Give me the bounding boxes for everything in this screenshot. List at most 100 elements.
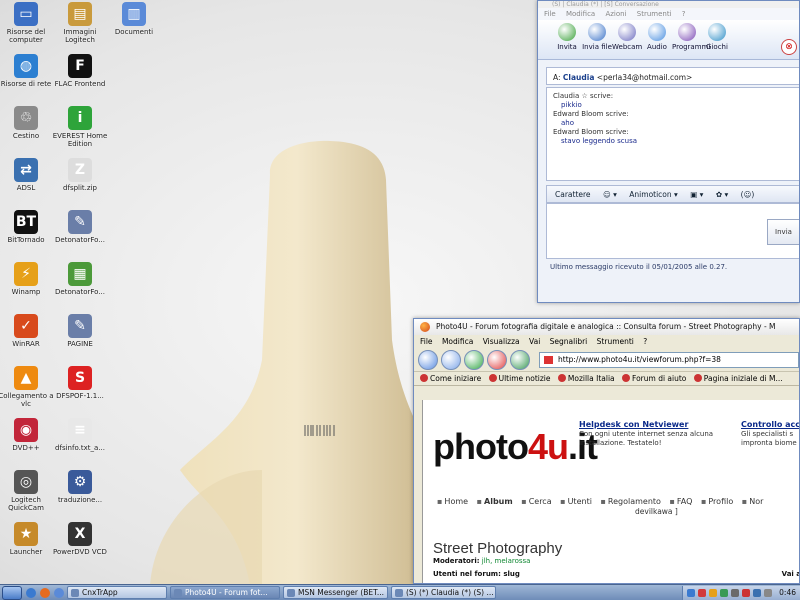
tray-app-icon[interactable] [709, 588, 718, 597]
ff-menu-vai[interactable]: Vai [529, 337, 540, 346]
desktop-icon[interactable]: ▥ Documenti [102, 2, 166, 36]
photo4u-logo[interactable]: photo4u.it [433, 426, 598, 468]
address-bar[interactable]: http://www.photo4u.it/viewforum.php?f=38 [539, 351, 799, 368]
animoticon-button[interactable]: Animoticon ▾ [629, 190, 678, 199]
forward-icon[interactable] [441, 349, 461, 370]
stop-icon[interactable] [487, 349, 507, 370]
conversation-history[interactable]: Claudia ☆ scrive: pikkio Edward Bloom scri… [546, 87, 799, 181]
tray-app-icon[interactable] [687, 588, 696, 597]
audio-button[interactable]: Audio [642, 20, 672, 59]
desktop-icon-label: FLAC Frontend [54, 80, 106, 88]
nav-more[interactable]: Nor [742, 497, 764, 506]
task-conversation[interactable]: (S) (*) Claudia (*) (S) ... [391, 586, 496, 599]
tray-app-icon[interactable] [720, 588, 729, 597]
desktop-icon[interactable]: ▦ DetonatorFo... [48, 262, 112, 296]
forum-nav: Home Album Cerca Utenti Regolamento FAQ … [437, 497, 769, 516]
promo-netviewer: Helpdesk con Netviewer Con ogni utente i… [579, 420, 729, 448]
reload-icon[interactable] [464, 349, 484, 370]
desktop-icon[interactable]: X PowerDVD VCD [48, 522, 112, 556]
desktop-icon[interactable]: F FLAC Frontend [48, 54, 112, 88]
ff-menu-segnalibri[interactable]: Segnalibri [550, 337, 588, 346]
firefox-window[interactable]: Photo4U - Forum fotografia digitale e an… [413, 318, 800, 584]
bookmark-item[interactable]: Ultime notizie [488, 374, 551, 383]
ff-menu-help[interactable]: ? [643, 337, 647, 346]
forum-title[interactable]: Street Photography [433, 540, 562, 557]
msn-title-bar[interactable]: (S) | Claudia (*) | [S] Conversazione [538, 1, 799, 8]
taskbar: CnxTrApp Photo4U - Forum fot... MSN Mess… [0, 584, 800, 600]
nav-album[interactable]: Album [477, 497, 513, 506]
tray-app-icon[interactable] [731, 588, 740, 597]
quicklaunch-ie-icon[interactable] [26, 587, 36, 598]
clock[interactable]: 0:46 [779, 588, 796, 597]
bookmark-label: Mozilla Italia [567, 374, 615, 383]
desktop-icon[interactable]: i EVEREST Home Edition [48, 106, 112, 148]
block-contact-icon[interactable]: ⊗ [781, 39, 797, 55]
quicklaunch-desktop-icon[interactable] [54, 587, 64, 598]
message-input[interactable] [546, 203, 799, 259]
programs-button[interactable]: Programmi [672, 20, 710, 59]
desktop-icon[interactable]: Zdfsplit.zip [48, 158, 112, 192]
desktop-icon[interactable]: ✎ DetonatorFo... [48, 210, 112, 244]
tray-app-icon[interactable] [753, 588, 762, 597]
nav-faq[interactable]: FAQ [669, 497, 692, 506]
msn-conversation-window[interactable]: (S) | Claudia (*) | [S] Conversazione Fi… [537, 0, 800, 303]
bookmark-item[interactable]: Pagina iniziale di M... [693, 374, 783, 383]
invite-button[interactable]: Invita [552, 20, 582, 59]
desktop-icon[interactable]: ≡ dfsinfo.txt_a... [48, 418, 112, 452]
back-icon[interactable] [418, 349, 438, 370]
moderators-list[interactable]: jlh, melarossa [482, 557, 531, 565]
bookmark-item[interactable]: Come iniziare [420, 374, 481, 383]
msn-menu-modifica[interactable]: Modifica [566, 10, 595, 18]
nav-utenti[interactable]: Utenti [560, 497, 592, 506]
games-button[interactable]: Giochi [702, 20, 732, 59]
send-button[interactable]: Invia [767, 219, 799, 245]
script-file-icon: ✎ [68, 210, 92, 234]
nav-home[interactable]: Home [437, 497, 468, 506]
font-button[interactable]: Carattere [555, 190, 591, 199]
nav-regolamento[interactable]: Regolamento [600, 497, 660, 506]
msn-menu-help[interactable]: ? [682, 10, 686, 18]
ff-menu-file[interactable]: File [420, 337, 433, 346]
firefox-menu-bar: File Modifica Visualizza Vai Segnalibri … [414, 335, 799, 348]
nav-profilo[interactable]: Profilo [701, 497, 733, 506]
msn-menu-strumenti[interactable]: Strumenti [637, 10, 672, 18]
promo-netviewer-link[interactable]: Helpdesk con Netviewer [579, 420, 729, 429]
dvd-disc-icon: ◉ [14, 418, 38, 442]
webcam-label: Webcam [612, 43, 643, 51]
contact-name[interactable]: Claudia [563, 73, 594, 82]
firefox-title-bar[interactable]: Photo4U - Forum fotografia digitale e an… [414, 319, 799, 335]
desktop-icon[interactable]: ⚙ traduzione... [48, 470, 112, 504]
webcam-button[interactable]: Webcam [612, 20, 642, 59]
web-page-content[interactable]: photo4u.it Helpdesk con Netviewer Con og… [422, 400, 799, 583]
task-cnxtrapp[interactable]: CnxTrApp [67, 586, 167, 599]
ff-menu-modifica[interactable]: Modifica [442, 337, 473, 346]
archive-icon: ▦ [68, 262, 92, 286]
task-firefox[interactable]: Photo4U - Forum fot... [170, 586, 280, 599]
moderators: Moderatori: jlh, melarossa [433, 557, 530, 565]
bookmark-item[interactable]: Forum di aiuto [622, 374, 686, 383]
send-file-button[interactable]: Invia file [582, 20, 612, 59]
desktop-icon-label: DetonatorFo... [55, 288, 105, 296]
desktop-icon[interactable]: S DFSPOF-1.1... [48, 366, 112, 400]
desktop-icon[interactable]: ✎ PAGINE [48, 314, 112, 348]
home-icon[interactable] [510, 349, 530, 370]
bookmark-item[interactable]: Mozilla Italia [557, 374, 615, 383]
ff-menu-strumenti[interactable]: Strumenti [597, 337, 634, 346]
msn-menu-file[interactable]: File [544, 10, 556, 18]
promo-controllo-link[interactable]: Controllo acc [741, 420, 799, 429]
msn-menu-azioni[interactable]: Azioni [605, 10, 626, 18]
start-button[interactable] [2, 585, 22, 600]
ff-menu-visualizza[interactable]: Visualizza [483, 337, 520, 346]
wink-button[interactable]: ✿ ▾ [716, 190, 728, 199]
background-button[interactable]: ▣ ▾ [690, 190, 703, 199]
nav-username[interactable]: devilkawa ] [635, 507, 678, 516]
emoticon-button[interactable]: ☺ ▾ [603, 190, 617, 199]
desktop-icon-label: PowerDVD VCD [53, 548, 107, 556]
tray-app-icon[interactable] [698, 588, 707, 597]
nudge-button[interactable]: (☺) [741, 190, 755, 199]
tray-app-icon[interactable] [742, 588, 751, 597]
quicklaunch-firefox-icon[interactable] [40, 587, 50, 598]
nav-cerca[interactable]: Cerca [521, 497, 551, 506]
task-msn[interactable]: MSN Messenger (BET... [283, 586, 388, 599]
tray-app-icon[interactable] [764, 588, 773, 597]
